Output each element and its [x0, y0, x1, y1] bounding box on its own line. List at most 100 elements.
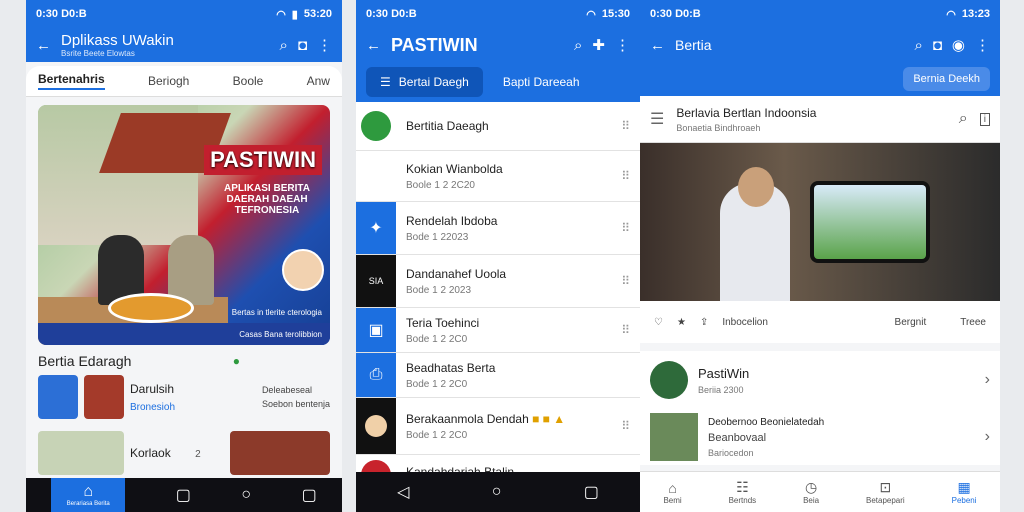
battery-time: 15:30: [601, 8, 630, 20]
avatar: [650, 361, 688, 399]
avatar: [282, 249, 324, 291]
home-icon: ⌂: [668, 479, 677, 496]
share-icon: ⎙: [369, 366, 383, 383]
search-icon[interactable]: ⌕: [914, 38, 922, 53]
app-bar: ← PASTIWIN ⌕ ✚ ⋮: [356, 28, 640, 62]
item-title: PastiWin: [698, 365, 750, 381]
list-item[interactable]: ▣ Teria Toehinci Bode 1 2 2C0 ⠿: [356, 308, 640, 353]
battery-time: 53:20: [303, 8, 332, 20]
nav-notifications[interactable]: ⊡ Betapepari: [866, 479, 905, 505]
chevron-icon[interactable]: ›: [985, 428, 990, 446]
tab-item[interactable]: Anw: [307, 74, 330, 88]
chat-icon[interactable]: ◘: [298, 38, 307, 53]
grid-icon: ☷: [736, 479, 749, 495]
item-sub: Bode 1 2 2C0: [406, 429, 468, 441]
banner-tagline: APLIKASI BERITA DAERAH DAEAH TEFRONESIA: [224, 183, 310, 216]
action-label[interactable]: Inbocelion: [722, 317, 768, 328]
phone-home-screen: 0:30 D0:B ◠ ▮ 53:20 ← Dplikass UWakin Bsri…: [26, 0, 342, 512]
list-item[interactable]: Deobernoo Beonielatedah Beanbovaal Bario…: [640, 409, 1000, 465]
nav-news[interactable]: ☷ Bertnds: [729, 479, 757, 505]
status-bar: 0:30 D0:B ◠ 15:30: [356, 0, 640, 28]
info-icon[interactable]: i: [979, 112, 990, 126]
list-item[interactable]: Korlaok 2: [38, 431, 330, 475]
signal-icon: ▮: [291, 8, 298, 21]
phone-list-screen: 0:30 D0:B ◠ 15:30 ← PASTIWIN ⌕ ✚ ⋮ ☰ Berta…: [356, 0, 640, 512]
more-vert-icon[interactable]: ⋮: [615, 38, 630, 53]
list-item[interactable]: ✦ Rendelah Ibdoba Bode 1 22023 ⠿: [356, 202, 640, 255]
list-item[interactable]: ⎙ Beadhatas Berta Bode 1 2 2C0: [356, 353, 640, 398]
item-sub: Bode 1 22023: [406, 231, 469, 243]
item-sub: Beanbovaal: [708, 431, 767, 444]
drag-handle-icon[interactable]: ⠿: [621, 274, 630, 288]
action-label[interactable]: Treee: [960, 317, 986, 328]
wifi-icon: ◠: [276, 8, 286, 21]
recents-square-icon[interactable]: ▢: [584, 482, 599, 502]
wifi-icon: ◠: [946, 8, 956, 21]
tab-item[interactable]: Beriogh: [148, 74, 189, 88]
drag-handle-icon[interactable]: ⠿: [621, 419, 630, 433]
list-item[interactable]: Darulsih Bronesioh Deleabeseal Soebon be…: [38, 375, 330, 419]
action-label[interactable]: Bergnit: [895, 317, 927, 328]
menu-icon[interactable]: ☰: [650, 109, 664, 129]
nav-home[interactable]: ⌂ Bemi: [663, 480, 681, 505]
back-triangle-icon[interactable]: ◁: [397, 482, 409, 502]
list-item[interactable]: Bertitia Daeagh ⠿: [356, 102, 640, 151]
search-icon[interactable]: ⌕: [574, 38, 582, 53]
square-icon[interactable]: ▢: [302, 485, 317, 505]
avatar: [361, 111, 391, 141]
list-item[interactable]: Berakaanmola Dendah ■ ■ ▲ Bode 1 2 2C0 ⠿: [356, 398, 640, 455]
list-item[interactable]: Kokian Wianbolda Boole 1 2 2C20 ⠿: [356, 151, 640, 202]
tab-bar: ☰ Bertai Daegh Bapti Dareeah: [356, 62, 640, 102]
tab-other[interactable]: Bapti Dareeah: [503, 75, 580, 89]
logo-icon: SIA: [368, 276, 384, 286]
food-plate: [108, 293, 194, 323]
app-bar: ← Bertia ⌕ ◘ ◉ ⋮: [640, 28, 1000, 62]
home-circle-icon[interactable]: ○: [241, 486, 251, 504]
item-title: Darulsih: [130, 381, 175, 396]
drag-handle-icon[interactable]: ⠿: [621, 119, 630, 133]
location-icon[interactable]: ◉: [952, 38, 965, 53]
star-icon[interactable]: ★: [677, 317, 686, 328]
drag-handle-icon[interactable]: ⠿: [621, 169, 630, 183]
tab-item[interactable]: Bertenahris: [38, 72, 105, 90]
back-arrow-icon[interactable]: ←: [650, 38, 665, 53]
tab-item[interactable]: Boole: [233, 74, 264, 88]
search-icon[interactable]: ⌕: [280, 38, 288, 53]
item-title: Kokian Wianbolda: [406, 161, 503, 176]
item-title: Beadhatas Berta: [406, 360, 496, 375]
item-extra: Bariocedon: [708, 447, 754, 458]
thumbnail: [650, 413, 698, 461]
battery-time: 13:23: [961, 8, 990, 20]
filter-chip[interactable]: Bernia Deekh: [903, 67, 990, 91]
article-photo[interactable]: [640, 143, 1000, 301]
nav-home[interactable]: ⌂ Berariasa Berita: [51, 478, 126, 512]
search-icon[interactable]: ⌕: [959, 110, 968, 128]
home-circle-icon[interactable]: ○: [492, 483, 502, 501]
category-tabs: Bertenahris Beriogh Boole Anw: [26, 66, 342, 97]
chevron-icon[interactable]: ›: [985, 371, 990, 389]
chat-icon[interactable]: ◘: [933, 38, 942, 53]
recent-apps-icon[interactable]: ▢: [176, 485, 191, 505]
hero-banner[interactable]: PASTIWIN APLIKASI BERITA DAERAH DAEAH TE…: [38, 105, 330, 345]
app-title: Bertia: [675, 37, 712, 53]
emoji-badges-icon: ■ ■ ▲: [532, 411, 566, 426]
tab-active[interactable]: ☰ Bertai Daegh: [366, 67, 483, 97]
list-item[interactable]: PastiWin Beriia 2300 ›: [640, 351, 1000, 409]
item-title: Dandanahef Uoola: [406, 266, 507, 281]
more-vert-icon[interactable]: ⋮: [975, 38, 990, 53]
nav-clock[interactable]: ◷ Beia: [803, 479, 819, 505]
share-icon[interactable]: ⇪: [700, 317, 708, 328]
list-item[interactable]: SIA Dandanahef Uoola Bode 1 2 2023 ⠿: [356, 255, 640, 308]
wifi-icon: ◠: [586, 8, 596, 21]
article-title: Berlavia Bertlan Indoonsia: [676, 105, 817, 120]
side-line: Soebon bentenja: [261, 399, 330, 409]
drag-handle-icon[interactable]: ⠿: [621, 323, 630, 337]
nav-active[interactable]: ▦ Pebeni: [952, 479, 977, 505]
item-sub: Boole 1 2 2C20: [406, 179, 475, 191]
back-arrow-icon[interactable]: ←: [366, 38, 381, 53]
back-arrow-icon[interactable]: ←: [36, 38, 51, 53]
drag-handle-icon[interactable]: ⠿: [621, 221, 630, 235]
add-icon[interactable]: ✚: [592, 38, 605, 53]
more-vert-icon[interactable]: ⋮: [317, 38, 332, 53]
heart-icon[interactable]: ♡: [654, 317, 663, 328]
